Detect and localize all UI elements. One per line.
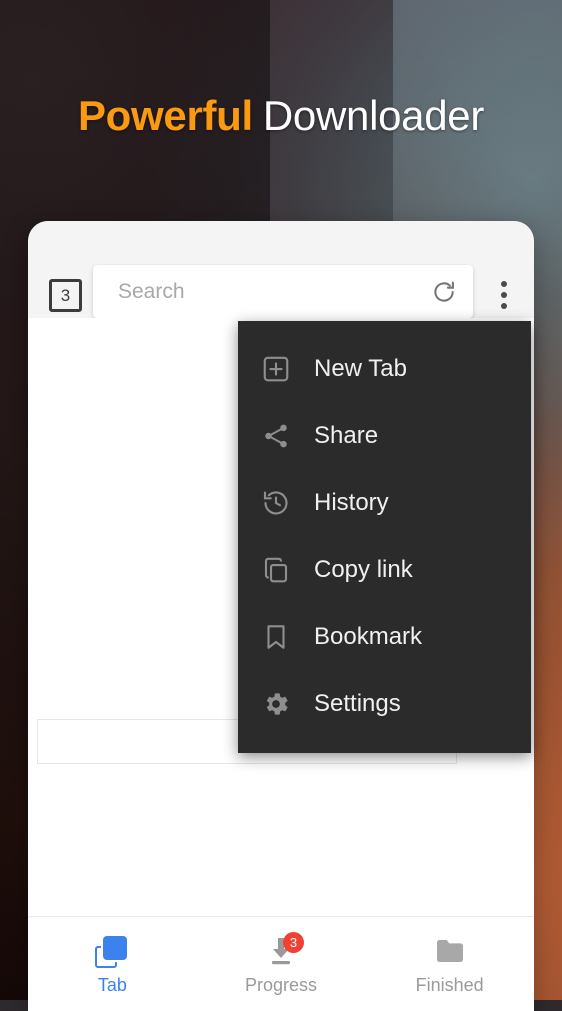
settings-gear-icon bbox=[260, 688, 292, 720]
bookmark-icon bbox=[260, 621, 292, 653]
search-input[interactable]: Search bbox=[93, 265, 473, 318]
nav-label-progress: Progress bbox=[244, 975, 318, 995]
nav-label-tab: Tab bbox=[97, 975, 127, 995]
copy-link-icon bbox=[260, 554, 292, 586]
menu-label-bookmark: Bookmark bbox=[314, 622, 423, 650]
menu-label-copy-link: Copy link bbox=[314, 555, 413, 583]
kebab-dot bbox=[501, 292, 507, 298]
page-title: Powerful Downloader bbox=[0, 92, 562, 140]
page-title-highlight: Powerful bbox=[77, 92, 253, 139]
refresh-icon[interactable] bbox=[431, 279, 457, 305]
menu-label-new-tab: New Tab bbox=[314, 354, 407, 382]
nav-item-finished[interactable]: Finished bbox=[365, 917, 534, 1011]
browser-toolbar: 3 Search bbox=[28, 221, 534, 318]
history-icon bbox=[260, 487, 292, 519]
download-icon: 3 bbox=[264, 932, 304, 968]
folder-icon bbox=[433, 936, 467, 968]
menu-item-share[interactable]: Share bbox=[238, 402, 531, 469]
nav-item-tab[interactable]: Tab bbox=[28, 917, 197, 1011]
menu-item-new-tab[interactable]: New Tab bbox=[238, 335, 531, 402]
menu-item-bookmark[interactable]: Bookmark bbox=[238, 603, 531, 670]
nav-item-progress[interactable]: 3 Progress bbox=[197, 917, 366, 1011]
menu-item-copy-link[interactable]: Copy link bbox=[238, 536, 531, 603]
share-icon bbox=[260, 420, 292, 452]
tabs-icon-front-square bbox=[103, 936, 128, 960]
tabs-icon bbox=[95, 936, 129, 968]
kebab-dot bbox=[501, 281, 507, 287]
progress-badge: 3 bbox=[283, 932, 304, 953]
more-vertical-icon[interactable] bbox=[501, 281, 507, 309]
tab-count-button[interactable]: 3 bbox=[49, 279, 82, 312]
search-placeholder: Search bbox=[118, 280, 185, 303]
menu-label-history: History bbox=[314, 488, 389, 516]
overflow-menu: New Tab Share History Copy link Bookmark… bbox=[238, 321, 531, 753]
menu-label-settings: Settings bbox=[314, 689, 401, 717]
menu-label-share: Share bbox=[314, 421, 379, 449]
page-title-rest: Downloader bbox=[262, 92, 485, 139]
menu-item-history[interactable]: History bbox=[238, 469, 531, 536]
menu-item-settings[interactable]: Settings bbox=[238, 670, 531, 737]
nav-label-finished: Finished bbox=[415, 975, 484, 995]
new-tab-icon bbox=[260, 353, 292, 385]
kebab-dot bbox=[501, 303, 507, 309]
bottom-navigation-bar: Tab 3 Progress Finished bbox=[28, 916, 534, 1011]
